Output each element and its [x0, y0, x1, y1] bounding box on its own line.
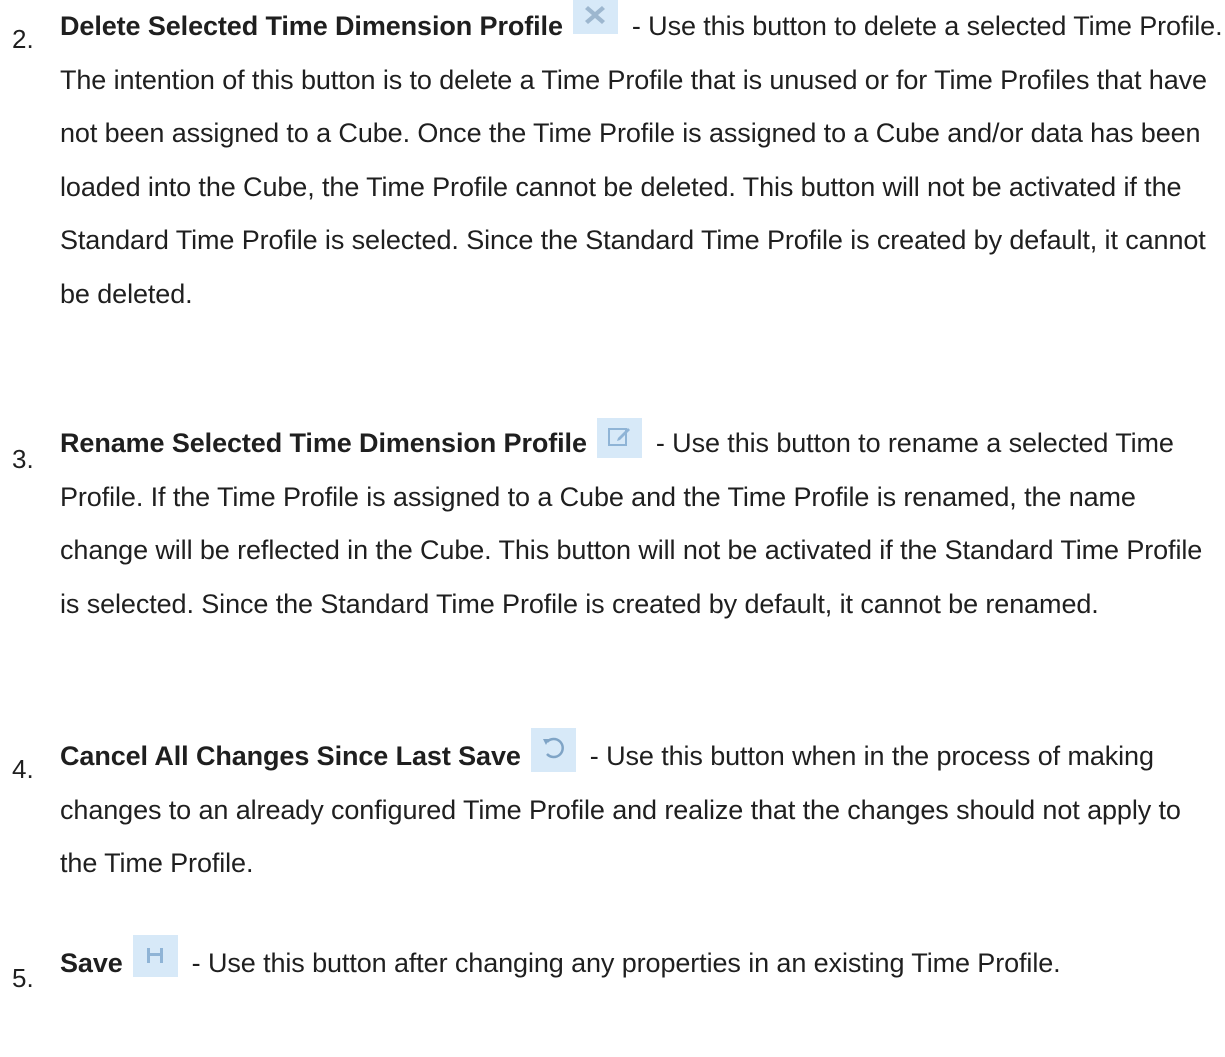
- rename-edit-icon: [596, 417, 642, 458]
- button-name: Save: [60, 948, 123, 978]
- list-number: 2.: [12, 24, 34, 54]
- list-item-body: Cancel All Changes Since Last Save - Use …: [60, 727, 1225, 891]
- list-number: 5.: [12, 963, 34, 993]
- undo-icon: [530, 727, 576, 772]
- list-number: 3.: [12, 444, 34, 474]
- delete-x-icon: [572, 0, 618, 34]
- description-text: - Use this button after changing any pro…: [191, 948, 1061, 978]
- list-number: 4.: [12, 754, 34, 784]
- save-floppy-icon: [132, 934, 178, 977]
- description-text: - Use this button to delete a selected T…: [60, 11, 1223, 309]
- list-item-body: Save - Use this button after changing any…: [60, 934, 1225, 991]
- button-name: Cancel All Changes Since Last Save: [60, 741, 521, 771]
- list-item-body: Rename Selected Time Dimension Profile - …: [60, 417, 1225, 631]
- list-item-body: Delete Selected Time Dimension Profile - …: [60, 0, 1225, 321]
- button-name: Rename Selected Time Dimension Profile: [60, 428, 587, 458]
- button-name: Delete Selected Time Dimension Profile: [60, 11, 563, 41]
